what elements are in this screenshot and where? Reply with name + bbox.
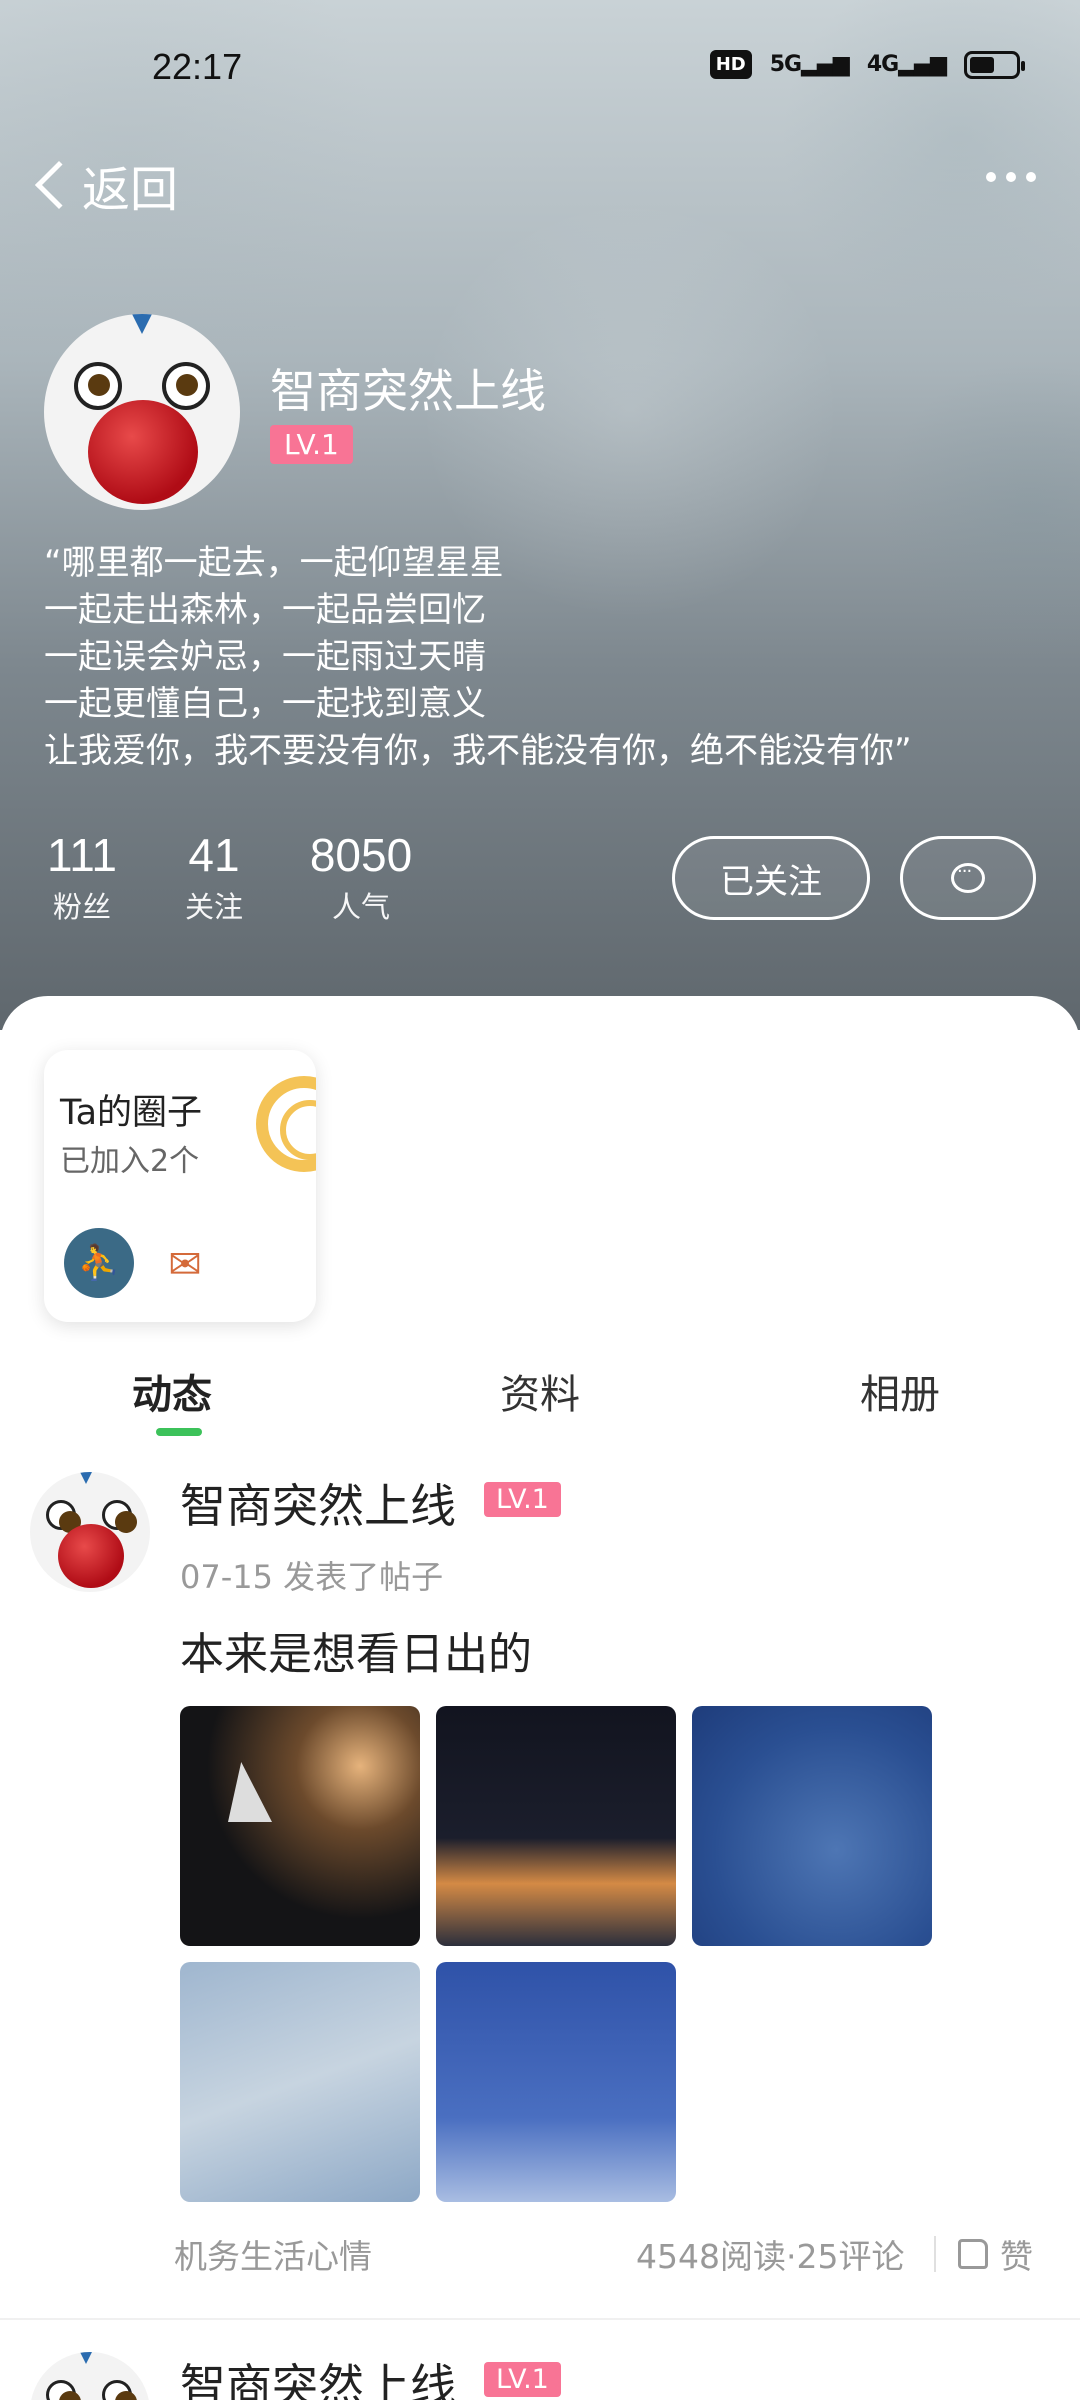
avatar-eye (46, 2380, 81, 2400)
post-author-avatar[interactable] (30, 1472, 150, 1592)
avatar-tuft (132, 314, 152, 334)
post-stats: 4548阅读·25评论 (636, 2237, 905, 2276)
circle-avatar-person-icon: ⛹ (64, 1228, 134, 1298)
chat-bubble-icon (951, 861, 985, 893)
signal-4g-label: 4G (866, 52, 899, 77)
post-photo[interactable] (180, 1962, 420, 2202)
signal-4g-icon: 4G▂▄▆ (866, 52, 947, 77)
stat-label: 人气 (331, 890, 390, 924)
circles-subtitle: 已加入2个 (60, 1144, 200, 1179)
circles-card[interactable]: Ta的圈子 已加入2个 ⛹ ✉ (44, 1050, 316, 1322)
profile-bio: “哪里都一起去，一起仰望星星 一起走出森林，一起品尝回忆 一起误会妒忌，一起雨过… (44, 540, 912, 775)
avatar-eye (102, 1500, 137, 1533)
profile-stats: 111 粉丝 41 关注 8050 人气 (44, 828, 416, 926)
battery-icon (964, 50, 1025, 79)
post-separator (0, 2318, 1080, 2320)
level-badge: LV.1 (484, 1482, 561, 1517)
post-meta: 07-15 发表了帖子 (180, 1558, 444, 1596)
dot-icon (1026, 172, 1036, 182)
tab-profile-info[interactable]: 资料 (500, 1362, 580, 1420)
stat-following[interactable]: 41 关注 (176, 828, 252, 926)
airplane-tail (228, 1762, 272, 1822)
post-text[interactable]: 本来是想看日出的 (180, 1618, 532, 1682)
post-tag[interactable]: 机务生活心情 (174, 2230, 372, 2278)
post-photo[interactable] (436, 1962, 676, 2202)
bio-line: 一起更懂自己，一起找到意义 (44, 684, 486, 724)
avatar-face-image (44, 314, 240, 510)
tab-moments[interactable]: 动态 (132, 1362, 212, 1420)
followed-button[interactable]: 已关注 (672, 836, 870, 920)
stat-popularity: 8050 人气 (306, 828, 416, 926)
thumbs-up-icon (958, 2239, 988, 2269)
dot-icon (986, 172, 996, 182)
post-author-name[interactable]: 智商突然上线 (180, 2350, 456, 2400)
level-badge: LV.1 (484, 2362, 561, 2397)
bio-line: “哪里都一起去，一起仰望星星 (44, 543, 504, 583)
avatar-tuft (80, 1472, 92, 1484)
bio-line: 一起走出森林，一起品尝回忆 (44, 590, 486, 630)
like-label: 赞 (1000, 2237, 1033, 2276)
back-label: 返回 (82, 162, 179, 218)
avatar-eye (74, 362, 122, 410)
like-button[interactable]: 赞 (958, 2230, 1033, 2278)
back-button[interactable]: 返回 (28, 150, 178, 220)
avatar-nose (88, 400, 198, 504)
stat-fans[interactable]: 111 粉丝 (44, 828, 120, 926)
circles-title: Ta的圈子 (60, 1093, 203, 1133)
profile-username: 智商突然上线 (270, 364, 546, 418)
message-button[interactable] (900, 836, 1036, 920)
avatar-tuft (80, 2352, 92, 2364)
post-photo[interactable] (692, 1706, 932, 1946)
status-bar: 22:17 HD 5G▂▄▆ 4G▂▄▆ (0, 0, 1080, 136)
level-badge: LV.1 (270, 425, 353, 464)
tab-album[interactable]: 相册 (860, 1362, 940, 1420)
circle-avatar-scrapbook-icon: ✉ (168, 1242, 202, 1288)
avatar-eye (162, 362, 210, 410)
status-time: 22:17 (152, 46, 243, 87)
avatar-face-image (30, 1472, 150, 1592)
post-author-avatar[interactable] (30, 2352, 150, 2400)
circle-ring-icon (256, 1076, 316, 1172)
battery-level (970, 56, 994, 73)
divider (934, 2236, 936, 2272)
profile-avatar[interactable] (44, 314, 240, 510)
stat-label: 粉丝 (52, 890, 111, 924)
post-photo[interactable] (436, 1706, 676, 1946)
dot-icon (1006, 172, 1016, 182)
more-options-button[interactable] (986, 172, 1036, 182)
stat-value: 111 (47, 829, 117, 881)
avatar-nose (58, 1524, 124, 1588)
avatar-eye (46, 1500, 81, 1533)
avatar-eye (102, 2380, 137, 2400)
stat-label: 关注 (184, 890, 243, 924)
signal-5g-label: 5G (769, 52, 802, 77)
active-tab-indicator (156, 1428, 202, 1436)
status-icons: HD 5G▂▄▆ 4G▂▄▆ (709, 50, 1025, 79)
bio-line: 一起误会妒忌，一起雨过天晴 (44, 637, 486, 677)
post-author-name[interactable]: 智商突然上线 (180, 1470, 456, 1536)
bio-line: 让我爱你，我不要没有你，我不能没有你，绝不能没有你” (44, 731, 912, 771)
chevron-left-icon (34, 160, 84, 210)
stat-value: 41 (188, 829, 240, 881)
post-photo[interactable] (180, 1706, 420, 1946)
stat-value: 8050 (309, 829, 413, 881)
hd-icon: HD (709, 50, 752, 79)
avatar-face-image (30, 2352, 150, 2400)
signal-5g-icon: 5G▂▄▆ (769, 52, 850, 77)
